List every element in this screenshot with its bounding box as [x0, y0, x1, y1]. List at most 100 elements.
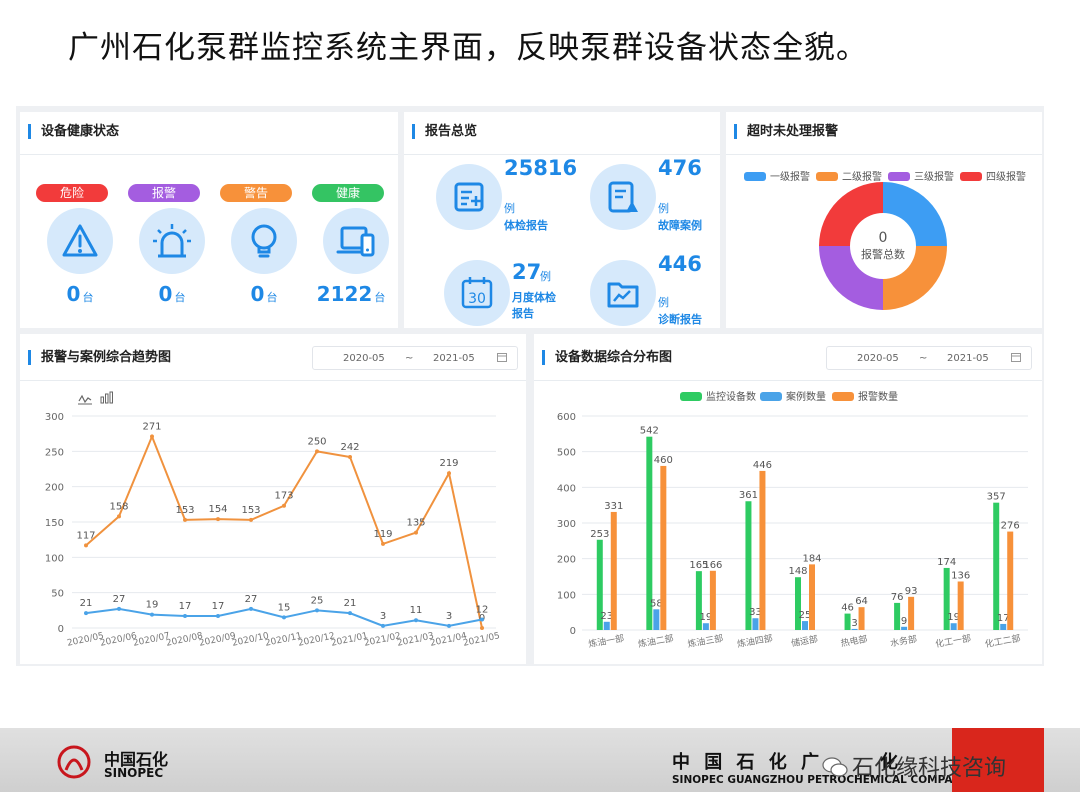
data-point: [447, 471, 451, 476]
x-tick-label: 炼油四部: [736, 632, 774, 650]
bar: [858, 607, 865, 630]
data-point: [216, 613, 220, 618]
diagnosis-count: 446: [658, 252, 702, 276]
x-tick-label: 化工二部: [984, 632, 1022, 650]
bar: [894, 602, 901, 630]
checkup-unit: 例: [504, 202, 515, 215]
lightbulb-icon[interactable]: [231, 208, 297, 274]
bar: [660, 465, 667, 630]
bar: [993, 502, 1000, 630]
y-tick-label: 150: [45, 518, 64, 529]
bar: [795, 577, 801, 630]
data-point: [117, 514, 121, 519]
data-label: 153: [241, 505, 260, 516]
data-point: [216, 517, 220, 522]
data-point: [183, 517, 187, 522]
trend-panel: 报警与案例综合趋势图 2020-05 ~ 2021-05 0 50 100 150 20…: [20, 334, 526, 664]
warning-triangle-icon[interactable]: [47, 208, 113, 274]
data-point: [480, 626, 484, 630]
data-label: 19: [146, 600, 159, 611]
bar: [702, 623, 709, 630]
bar: [1007, 531, 1014, 630]
bar-label: 136: [951, 570, 970, 581]
alarms-panel: 超时未处理报警 一级报警 二级报警 三级报警 四级报警 0 报警总数: [726, 112, 1042, 328]
alarm-count-unit: 台: [174, 291, 186, 304]
fault-case-icon[interactable]: [590, 164, 656, 230]
bar-label: 542: [640, 426, 659, 437]
data-label: 12: [476, 605, 489, 616]
panel-title: 设备健康状态: [28, 124, 119, 139]
donut-slice-level1[interactable]: [883, 182, 947, 246]
fault-label: 故障案例: [658, 219, 702, 232]
y-tick-label: 50: [51, 589, 64, 600]
alarm-siren-icon[interactable]: [139, 208, 205, 274]
bar-label: 331: [604, 501, 623, 512]
data-label: 17: [179, 601, 192, 612]
company-cn: 中 国 石 化 广: [672, 748, 823, 774]
diagnosis-label: 诊断报告: [658, 313, 702, 326]
data-label: 135: [406, 518, 425, 529]
warning-count-unit: 台: [266, 291, 278, 304]
checkup-report-icon[interactable]: [436, 164, 502, 230]
danger-count: 0台: [50, 282, 110, 306]
healthy-count-unit: 台: [374, 291, 386, 304]
bar-label: 93: [905, 586, 918, 597]
bar-label: 166: [703, 560, 722, 571]
alarm-count-value: 0: [158, 282, 173, 306]
data-label: 25: [311, 595, 324, 606]
device-laptop-icon[interactable]: [323, 208, 389, 274]
panel-title: 报告总览: [412, 124, 477, 139]
bar-label: 64: [855, 596, 868, 607]
logo-en: SINOPEC: [104, 766, 164, 780]
watermark: 石化缘科技咨询: [822, 750, 1006, 784]
data-point: [282, 503, 286, 508]
x-tick-label: 2021/05: [462, 631, 501, 649]
bar: [950, 623, 957, 630]
warning-count: 0台: [234, 282, 294, 306]
donut-slice-level4[interactable]: [819, 182, 883, 246]
data-point: [414, 530, 418, 535]
x-tick-label: 炼油三部: [687, 632, 725, 650]
fault-unit: 例: [658, 202, 669, 215]
danger-count-value: 0: [66, 282, 81, 306]
y-tick-label: 100: [45, 553, 64, 564]
bar-label: 446: [753, 460, 772, 471]
health-panel: 设备健康状态 危险 报警 警告 健康 0台 0台 0台 2122 台: [20, 112, 398, 328]
data-label: 27: [245, 594, 258, 605]
reports-panel: 报告总览 25816 例 体检报告 476 例 故障案例 30 27 例 月度体…: [404, 112, 720, 328]
data-label: 11: [410, 605, 423, 616]
bar-label: 76: [891, 592, 904, 603]
data-point: [348, 454, 352, 459]
dashboard: 设备健康状态 危险 报警 警告 健康 0台 0台 0台 2122 台 报告总览 2…: [16, 106, 1044, 666]
y-tick-label: 600: [557, 412, 576, 423]
y-tick-label: 500: [557, 448, 576, 459]
calendar-30-icon[interactable]: 30: [444, 260, 510, 326]
y-tick-label: 0: [58, 624, 64, 635]
bar: [901, 626, 908, 630]
fault-count: 476: [658, 156, 702, 180]
x-tick-label: 化工一部: [934, 632, 972, 650]
data-point: [381, 541, 385, 546]
data-label: 15: [278, 602, 291, 613]
data-point: [381, 623, 385, 628]
warning-count-value: 0: [250, 282, 265, 306]
diagnosis-folder-icon[interactable]: [590, 260, 656, 326]
data-point: [249, 606, 253, 611]
company-cn-head: 中 国 石 化 广: [672, 752, 824, 773]
data-point: [315, 449, 319, 454]
y-tick-label: 250: [45, 447, 64, 458]
data-point: [249, 517, 253, 522]
badge-warning: 警告: [220, 184, 292, 202]
alarm-donut: 0 报警总数: [819, 182, 947, 310]
bar-label: 148: [788, 566, 807, 577]
data-point: [150, 434, 154, 439]
watermark-text: 石化缘科技咨询: [852, 756, 1007, 781]
bar: [809, 564, 815, 630]
bar: [1000, 623, 1007, 630]
slide-title: 广州石化泵群监控系统主界面，反映泵群设备状态全貌。: [68, 30, 868, 66]
bar-label: 460: [654, 455, 673, 466]
y-tick-label: 400: [557, 483, 576, 494]
calendar-30-text: 30: [468, 291, 486, 307]
data-label: 271: [142, 421, 161, 432]
bar-label: 361: [739, 490, 758, 501]
